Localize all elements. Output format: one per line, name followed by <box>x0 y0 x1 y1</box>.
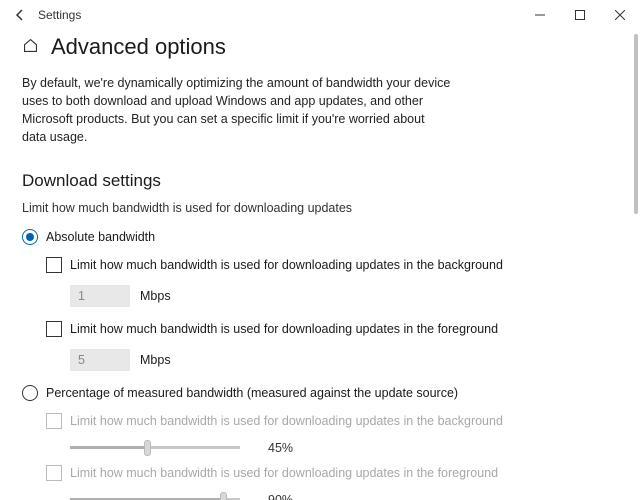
page-description: By default, we're dynamically optimizing… <box>22 74 452 147</box>
download-fg-pct-value: 90% <box>268 493 293 500</box>
radio-percentage-bandwidth[interactable]: Percentage of measured bandwidth (measur… <box>22 385 618 401</box>
radio-absolute-bandwidth[interactable]: Absolute bandwidth <box>22 229 618 245</box>
download-subtitle: Limit how much bandwidth is used for dow… <box>22 201 618 215</box>
checkbox-label: Limit how much bandwidth is used for dow… <box>70 322 498 336</box>
minimize-button[interactable] <box>520 0 560 30</box>
window-title: Settings <box>38 8 81 22</box>
download-settings-heading: Download settings <box>22 171 618 191</box>
maximize-button[interactable] <box>560 0 600 30</box>
download-bg-pct-slider <box>70 446 240 449</box>
page-heading: Advanced options <box>51 34 226 60</box>
download-bg-pct-value: 45% <box>268 441 293 455</box>
checkbox-icon <box>46 465 62 481</box>
radio-icon <box>22 385 38 401</box>
checkbox-label: Limit how much bandwidth is used for dow… <box>70 414 503 428</box>
radio-label: Absolute bandwidth <box>46 230 155 244</box>
checkbox-download-bg-percentage: Limit how much bandwidth is used for dow… <box>46 413 618 429</box>
checkbox-icon <box>46 257 62 273</box>
radio-label: Percentage of measured bandwidth (measur… <box>46 386 458 400</box>
checkbox-download-fg-percentage: Limit how much bandwidth is used for dow… <box>46 465 618 481</box>
unit-label: Mbps <box>140 289 171 303</box>
checkbox-download-bg-absolute[interactable]: Limit how much bandwidth is used for dow… <box>46 257 618 273</box>
checkbox-label: Limit how much bandwidth is used for dow… <box>70 258 503 272</box>
radio-icon <box>22 229 38 245</box>
checkbox-download-fg-absolute[interactable]: Limit how much bandwidth is used for dow… <box>46 321 618 337</box>
checkbox-label: Limit how much bandwidth is used for dow… <box>70 466 498 480</box>
titlebar: Settings <box>0 0 640 30</box>
back-button[interactable] <box>8 3 32 27</box>
close-button[interactable] <box>600 0 640 30</box>
download-bg-mbps-input[interactable]: 1 <box>70 285 130 307</box>
unit-label: Mbps <box>140 353 171 367</box>
checkbox-icon <box>46 413 62 429</box>
download-fg-mbps-input[interactable]: 5 <box>70 349 130 371</box>
home-icon[interactable] <box>22 37 39 58</box>
scrollbar[interactable] <box>634 34 638 214</box>
checkbox-icon <box>46 321 62 337</box>
